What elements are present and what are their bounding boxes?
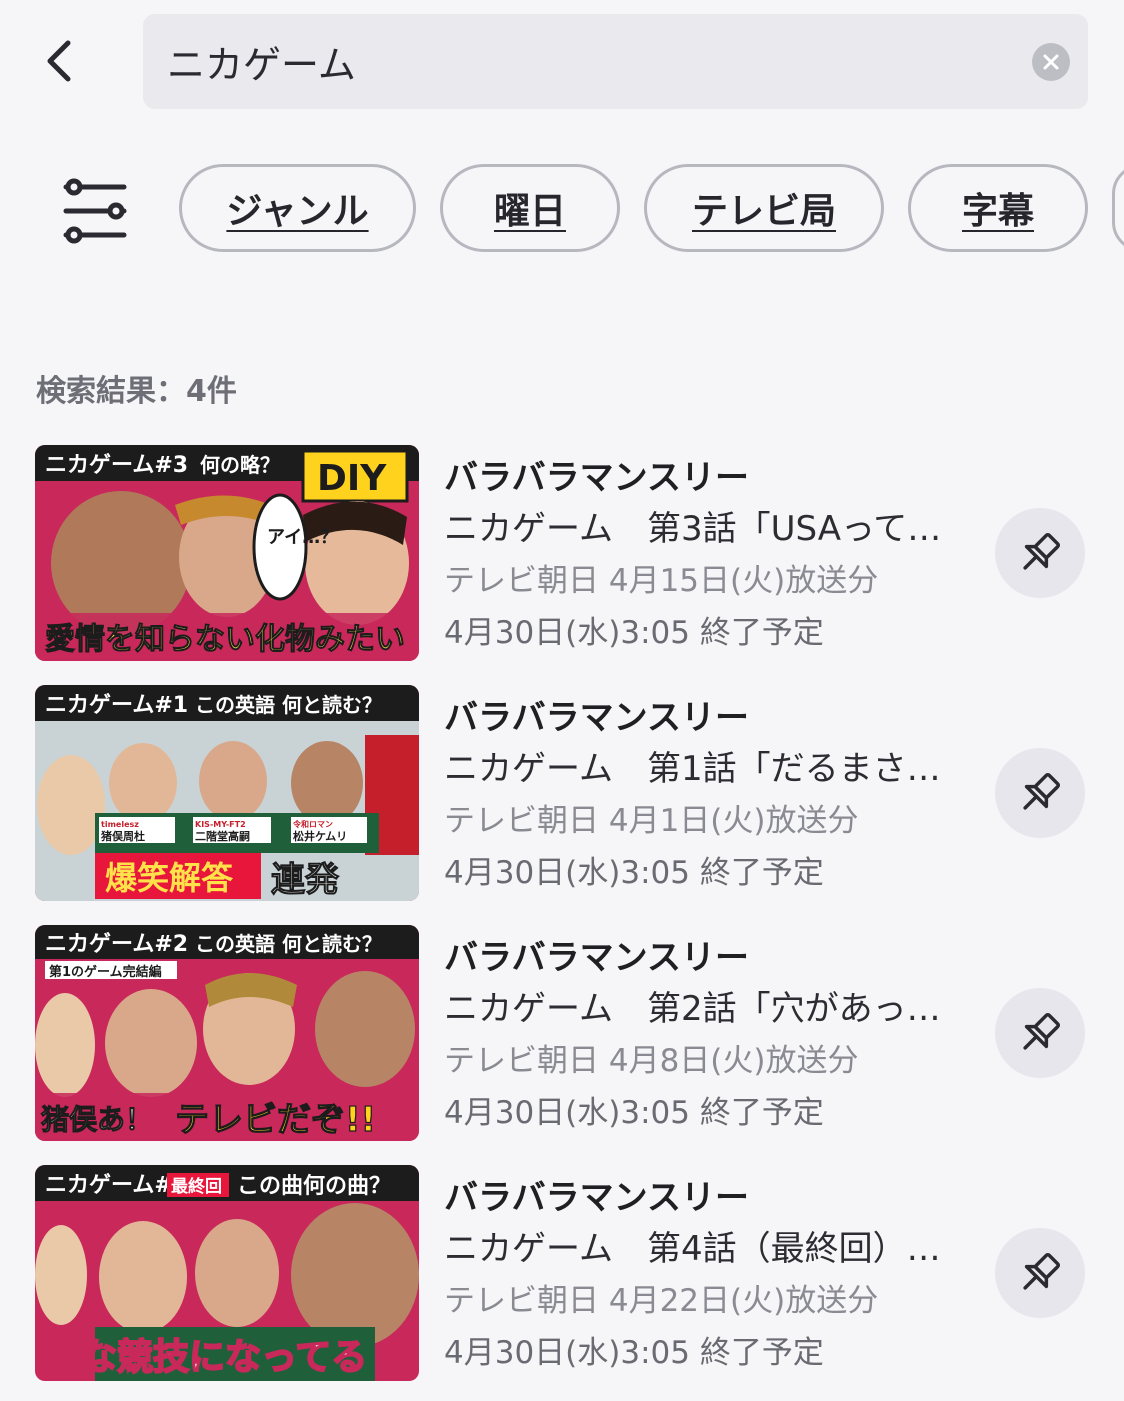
thumb-tag: この英語 何と読む？ <box>195 693 382 717</box>
thumb-final: 最終回 <box>171 1176 222 1197</box>
broadcast-info: テレビ朝日 4月22日(火)放送分 <box>444 1283 879 1319</box>
broadcast-info: テレビ朝日 4月1日(火)放送分 <box>444 803 859 839</box>
back-button[interactable] <box>30 30 90 92</box>
thumb-name-group: KIS-MY-FT2 <box>195 820 246 829</box>
thumb-sub: 第1のゲーム完結編 <box>49 964 162 980</box>
thumb-badge: DIY <box>317 458 387 499</box>
thumb-name-group: timelesz <box>101 820 139 829</box>
episode-title: ニカゲーム 第3話「USAってどういう意味？」 <box>444 509 974 549</box>
sliders-icon <box>63 178 127 244</box>
series-title: バラバラマンスリー <box>444 458 749 498</box>
episode-title: ニカゲーム 第1話「だるまさんがころんだ」 <box>444 749 974 789</box>
pin-button[interactable] <box>995 508 1085 598</box>
thumb-head: ニカゲーム#1 <box>45 693 188 718</box>
thumbnail-2: ニカゲーム#1 この英語 何と読む？ timelesz 猪俣周杜 KIS-MY-… <box>35 685 419 901</box>
expiry-info: 4月30日(水)3:05 終了予定 <box>444 615 824 651</box>
thumb-tag: この英語 何と読む？ <box>195 932 382 956</box>
clear-x-icon <box>1043 54 1059 70</box>
pushpin-icon <box>1023 772 1061 810</box>
thumb-name: 猪俣周杜 <box>100 829 145 843</box>
broadcast-info: テレビ朝日 4月15日(火)放送分 <box>444 563 879 599</box>
series-title: バラバラマンスリー <box>444 1178 749 1218</box>
thumb-caption-2: 連発 <box>271 860 340 900</box>
thumbnail-3: ニカゲーム#2 この英語 何と読む？ 第1のゲーム完結編 猪俣あ！ テレビだぞ!… <box>35 925 419 1141</box>
filter-chip-station[interactable]: テレビ局 <box>644 164 884 252</box>
thumb-bubble: アイ…？ <box>267 527 338 548</box>
clear-search-button[interactable] <box>1032 43 1070 81</box>
result-info-2: バラバラマンスリー ニカゲーム 第1話「だるまさんがころんだ」 テレビ朝日 4月… <box>444 693 984 899</box>
pin-button[interactable] <box>995 1228 1085 1318</box>
filter-chip-more[interactable] <box>1112 164 1124 252</box>
episode-title: ニカゲーム 第2話「穴があったら入りたい」 <box>444 989 974 1029</box>
thumb-caption-1: 猪俣あ！ <box>41 1103 153 1136</box>
thumb-head: ニカゲーム#4 <box>45 1173 188 1198</box>
thumb-name: 松井ケムリ <box>293 829 347 843</box>
filter-settings-button[interactable] <box>62 178 130 244</box>
result-item-3[interactable]: ニカゲーム#2 この英語 何と読む？ 第1のゲーム完結編 猪俣あ！ テレビだぞ!… <box>0 925 1124 1147</box>
pushpin-icon <box>1023 1012 1061 1050</box>
result-info-4: バラバラマンスリー ニカゲーム 第4話（最終回）この曲何の曲？ テレビ朝日 4月… <box>444 1173 984 1379</box>
thumb-head: ニカゲーム#3 <box>45 453 188 478</box>
pin-button[interactable] <box>995 748 1085 838</box>
search-input[interactable] <box>167 14 1007 109</box>
thumb-name: 二階堂高嗣 <box>195 829 250 843</box>
result-item-1[interactable]: ニカゲーム#3 何の略？ DIY アイ…？ 愛情を知らない化物みたい バラバラマ… <box>0 445 1124 667</box>
broadcast-info: テレビ朝日 4月8日(火)放送分 <box>444 1043 859 1079</box>
episode-title: ニカゲーム 第4話（最終回）この曲何の曲？ <box>444 1229 974 1269</box>
result-info-3: バラバラマンスリー ニカゲーム 第2話「穴があったら入りたい」 テレビ朝日 4月… <box>444 933 984 1139</box>
expiry-info: 4月30日(水)3:05 終了予定 <box>444 1335 824 1371</box>
filter-chip-genre[interactable]: ジャンル <box>179 164 416 252</box>
filter-chip-weekday[interactable]: 曜日 <box>440 164 620 252</box>
thumb-caption: 変な競技になってる <box>45 1336 367 1378</box>
thumb-tag: この曲何の曲？ <box>237 1173 391 1199</box>
thumbnail-1: ニカゲーム#3 何の略？ DIY アイ…？ 愛情を知らない化物みたい <box>35 445 419 661</box>
thumbnail-4: ニカゲーム#4 最終回 この曲何の曲？ 変な競技になってる <box>35 1165 419 1381</box>
series-title: バラバラマンスリー <box>444 938 749 978</box>
expiry-info: 4月30日(水)3:05 終了予定 <box>444 1095 824 1131</box>
thumb-name-group: 令和ロマン <box>292 819 333 829</box>
thumb-head: ニカゲーム#2 <box>45 932 188 957</box>
result-info-1: バラバラマンスリー ニカゲーム 第3話「USAってどういう意味？」 テレビ朝日 … <box>444 453 984 659</box>
expiry-info: 4月30日(水)3:05 終了予定 <box>444 855 824 891</box>
chevron-left-icon <box>47 40 71 82</box>
pin-button[interactable] <box>995 988 1085 1078</box>
series-title: バラバラマンスリー <box>444 698 749 738</box>
search-box <box>143 14 1088 109</box>
thumb-tag: 何の略？ <box>200 453 280 477</box>
result-item-4[interactable]: ニカゲーム#4 最終回 この曲何の曲？ 変な競技になってる バラバラマンスリー … <box>0 1165 1124 1387</box>
filter-chip-subtitles[interactable]: 字幕 <box>908 164 1088 252</box>
thumb-caption-2: テレビだぞ!! <box>175 1100 376 1140</box>
pushpin-icon <box>1023 532 1061 570</box>
result-count: 検索結果：4件 <box>36 374 237 409</box>
thumb-caption-1: 爆笑解答 <box>105 859 234 897</box>
thumb-caption: 愛情を知らない化物みたい <box>45 622 405 657</box>
result-item-2[interactable]: ニカゲーム#1 この英語 何と読む？ timelesz 猪俣周杜 KIS-MY-… <box>0 685 1124 907</box>
pushpin-icon <box>1023 1252 1061 1290</box>
